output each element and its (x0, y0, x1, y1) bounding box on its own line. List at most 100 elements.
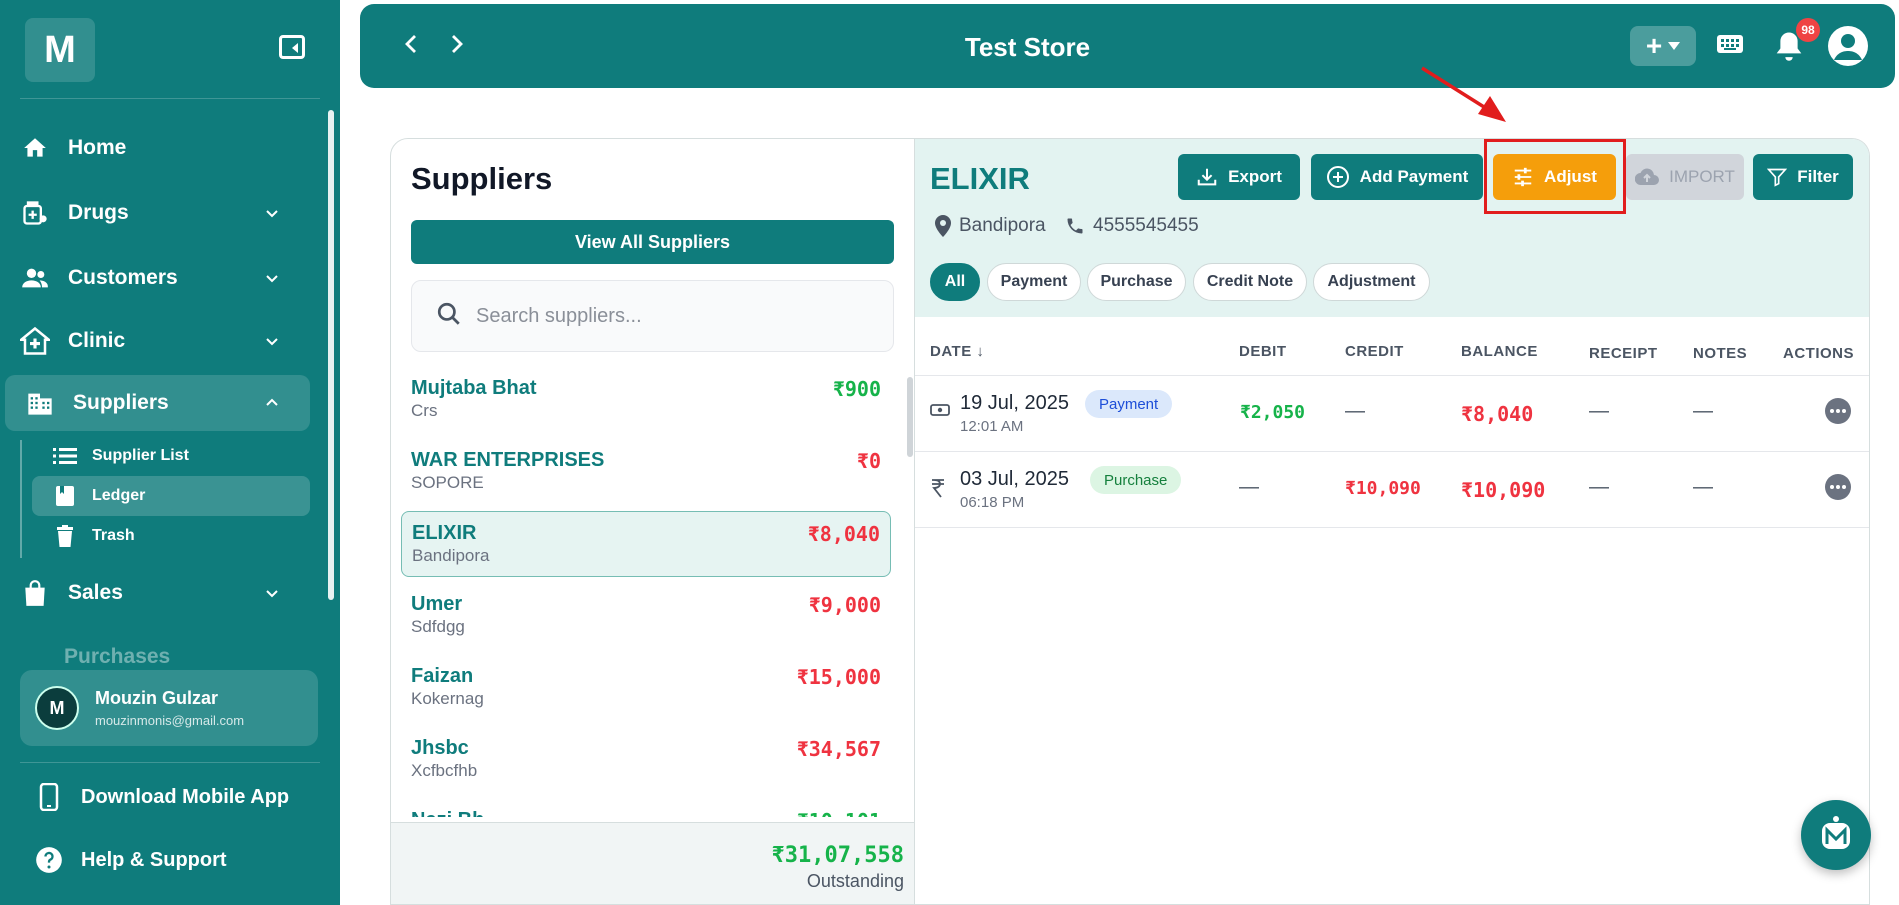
filter-button[interactable]: Filter (1753, 154, 1853, 200)
supplier-name: Umer (411, 593, 463, 615)
add-payment-label: Add Payment (1359, 167, 1469, 186)
sub-item-supplier-list[interactable]: Supplier List (32, 436, 310, 476)
filter-chip-purchase[interactable]: Purchase (1087, 263, 1186, 301)
row-credit: — (1345, 400, 1365, 422)
supplier-search[interactable] (411, 280, 894, 352)
row-debit: — (1239, 476, 1259, 498)
profile-icon[interactable] (1828, 26, 1868, 66)
supplier-location: Sdfdgg (411, 617, 465, 636)
download-app-label: Download Mobile App (81, 785, 290, 808)
sidebar: M Home Drugs Customers Clinic Suppliers (0, 0, 340, 905)
list-item[interactable]: WAR ENTERPRISES SOPORE ₹0 (401, 439, 891, 505)
location-text: Bandipora (959, 215, 1046, 236)
sub-item-label: Trash (92, 527, 135, 544)
phone-text: 4555545455 (1093, 215, 1199, 236)
sub-item-trash[interactable]: Trash (32, 516, 310, 556)
annotation-highlight-box (1484, 139, 1626, 214)
column-header-debit: DEBIT (1239, 343, 1287, 360)
column-header-notes: NOTES (1693, 345, 1748, 362)
plus-circle-icon (1326, 166, 1349, 188)
row-time: 06:18 PM (960, 494, 1025, 511)
list-item[interactable]: Jhsbc Xcfbcfhb ₹34,567 (401, 727, 891, 793)
keyboard-icon[interactable] (1716, 32, 1744, 56)
filter-chip-payment[interactable]: Payment (987, 263, 1081, 301)
supplier-balance: ₹10,101 (797, 809, 881, 817)
filter-icon (1767, 168, 1788, 187)
nav-item-purchases-partial[interactable]: Purchases (64, 645, 170, 665)
nav-item-suppliers[interactable]: Suppliers (5, 375, 310, 431)
help-support-link[interactable]: Help & Support (35, 840, 227, 880)
column-header-credit: CREDIT (1345, 343, 1404, 360)
outstanding-total: ₹31,07,558 (771, 843, 904, 868)
list-scrollbar[interactable] (907, 377, 913, 457)
more-actions-icon[interactable] (1825, 474, 1851, 500)
row-balance: ₹10,090 (1461, 478, 1546, 502)
filter-chip-all[interactable]: All (930, 263, 980, 301)
app-logo[interactable]: M (25, 18, 95, 82)
row-time: 12:01 AM (960, 418, 1024, 435)
store-title: Test Store (964, 32, 1091, 62)
supplier-balance: ₹15,000 (796, 665, 881, 689)
nav-item-drugs[interactable]: Drugs (0, 185, 310, 241)
supplier-name: WAR ENTERPRISES (411, 449, 605, 471)
people-icon (20, 263, 50, 293)
list-item[interactable]: Faizan Kokernag ₹15,000 (401, 655, 891, 721)
sidebar-collapse-icon[interactable] (279, 35, 305, 59)
assistant-fab-icon[interactable] (1801, 800, 1871, 870)
table-row: 03 Jul, 2025 06:18 PM Purchase — ₹10,090… (915, 452, 1869, 528)
supplier-location: Kokernag (411, 689, 484, 708)
type-badge: Payment (1085, 390, 1173, 418)
export-button[interactable]: Export (1178, 154, 1300, 200)
list-item[interactable]: Umer Sdfdgg ₹9,000 (401, 583, 891, 649)
sub-item-label: Supplier List (92, 447, 189, 464)
chevron-up-icon (266, 398, 278, 406)
row-receipt: — (1589, 400, 1609, 422)
supplier-name: Nazi Bh (411, 809, 484, 817)
caret-down-icon (1668, 42, 1681, 50)
outstanding-label: Outstanding (806, 871, 904, 891)
add-payment-button[interactable]: Add Payment (1311, 154, 1483, 200)
more-actions-icon[interactable] (1825, 398, 1851, 424)
list-item[interactable]: Mujtaba Bhat Crs ₹900 (401, 367, 891, 433)
list-item[interactable]: Nazi Bh ₹10,101 (401, 799, 891, 817)
list-item-selected[interactable]: ELIXIR Bandipora ₹8,040 (401, 511, 891, 577)
nav-item-customers[interactable]: Customers (0, 250, 310, 306)
import-button[interactable]: IMPORT (1626, 154, 1744, 200)
cloud-upload-icon (1635, 168, 1660, 186)
sub-item-label: Ledger (92, 487, 146, 504)
sidebar-scrollbar[interactable] (328, 110, 334, 600)
quick-add-button[interactable]: + (1630, 26, 1696, 66)
nav-item-home[interactable]: Home (0, 120, 310, 176)
column-header-date[interactable]: DATE ↓ (930, 343, 984, 360)
phone-icon (35, 783, 63, 811)
sub-item-ledger[interactable]: Ledger (32, 476, 310, 516)
chevron-down-icon (266, 590, 278, 598)
ledger-panel: ELIXIR Bandipora 4555545455 Export Add P… (915, 138, 1870, 905)
nav-item-sales[interactable]: Sales (0, 565, 310, 621)
home-icon (20, 133, 50, 163)
nav-label: Clinic (68, 329, 126, 352)
import-label: IMPORT (1669, 167, 1735, 186)
supplier-balance: ₹900 (832, 377, 881, 401)
row-balance: ₹8,040 (1461, 402, 1534, 426)
plus-icon: + (1645, 30, 1663, 61)
supplier-location: Bandipora (935, 215, 1046, 237)
filter-chip-credit-note[interactable]: Credit Note (1193, 263, 1307, 301)
user-card[interactable]: M Mouzin Gulzar mouzinmonis@gmail.com (20, 670, 318, 746)
type-badge: Purchase (1090, 466, 1182, 494)
chevron-down-icon (266, 275, 278, 283)
supplier-name: Faizan (411, 665, 474, 687)
view-all-suppliers-button[interactable]: View All Suppliers (411, 220, 894, 264)
filter-chip-adjustment[interactable]: Adjustment (1313, 263, 1430, 301)
nav-item-clinic[interactable]: Clinic (0, 313, 310, 369)
user-name: Mouzin Gulzar (95, 688, 218, 708)
row-debit: ₹2,050 (1240, 402, 1306, 423)
download-app-link[interactable]: Download Mobile App (35, 777, 289, 817)
building-icon (25, 388, 55, 418)
shopping-bag-icon (20, 578, 50, 608)
column-header-actions: ACTIONS (1783, 345, 1854, 362)
column-header-receipt: RECEIPT (1589, 345, 1658, 362)
clinic-icon (20, 326, 50, 356)
search-input[interactable] (476, 304, 856, 328)
supplier-list: Mujtaba Bhat Crs ₹900 WAR ENTERPRISES SO… (391, 367, 914, 817)
